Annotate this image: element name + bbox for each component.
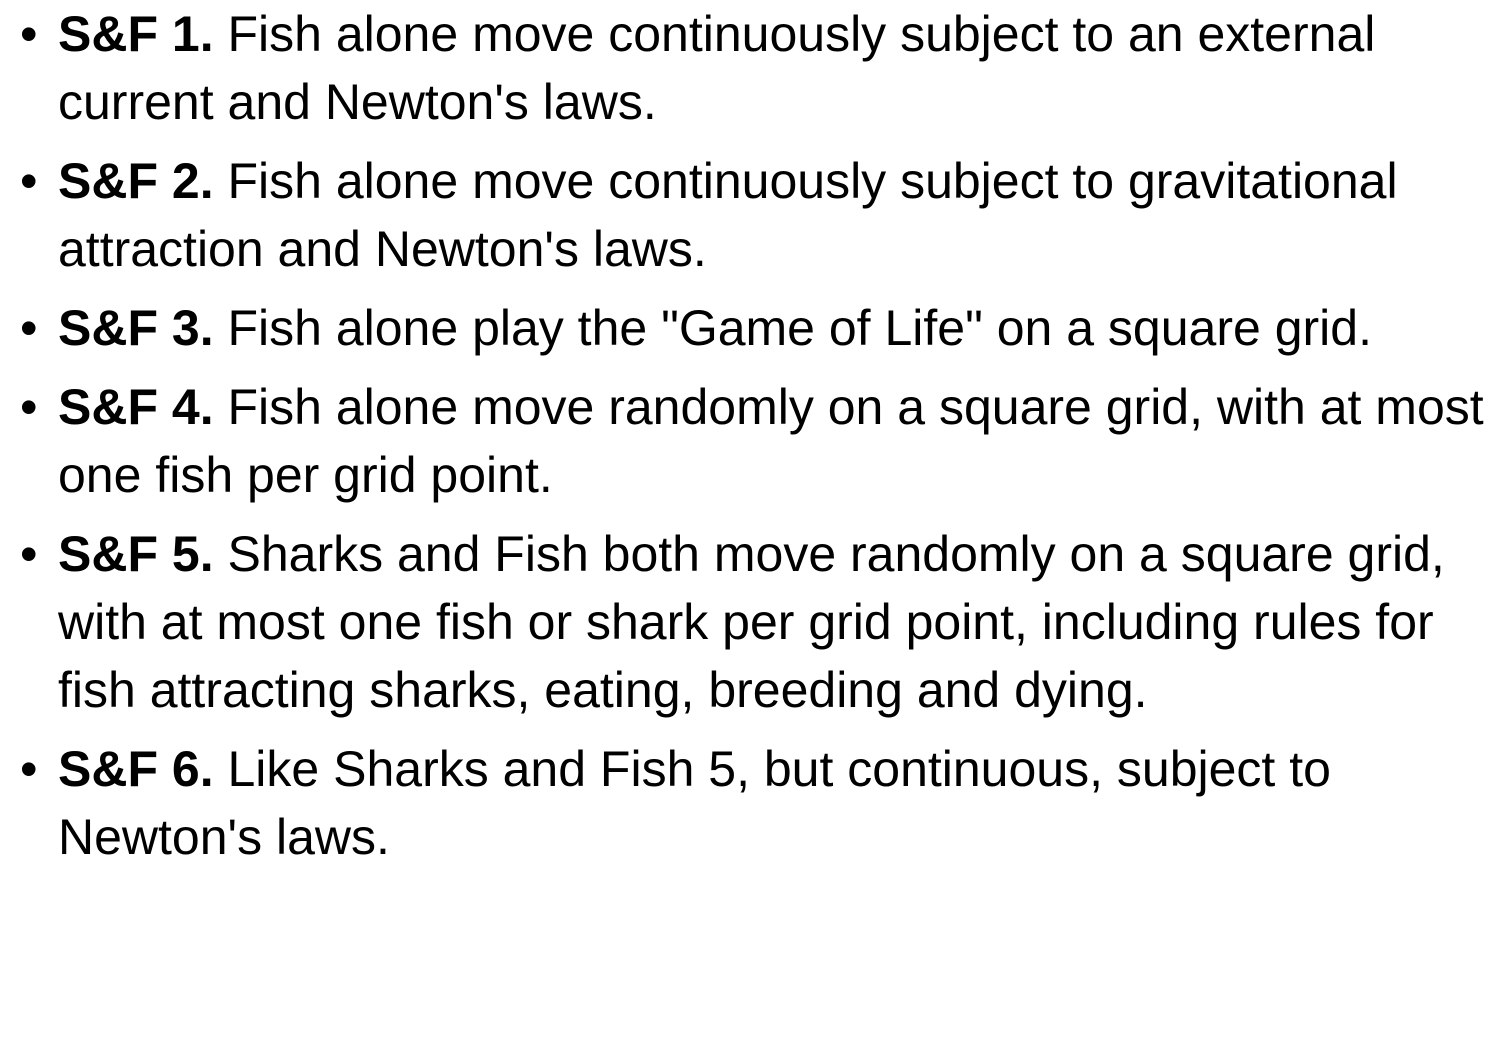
document-page: • S&F 1. Fish alone move continuously su… (0, 0, 1500, 1040)
bullet-icon: • (20, 526, 38, 582)
item-label: S&F 1. (58, 6, 228, 62)
bullet-icon: • (20, 741, 38, 797)
bullet-icon: • (20, 300, 38, 356)
item-label: S&F 2. (58, 153, 228, 209)
item-text: Fish alone move continuously subject to … (58, 153, 1398, 277)
list-item-sf4: • S&F 4. Fish alone move randomly on a s… (20, 373, 1492, 509)
item-label: S&F 3. (58, 300, 228, 356)
item-label: S&F 4. (58, 379, 228, 435)
list-item-sf6: • S&F 6. Like Sharks and Fish 5, but con… (20, 735, 1492, 871)
list-item-sf2: • S&F 2. Fish alone move continuously su… (20, 147, 1492, 283)
list-item-sf1: • S&F 1. Fish alone move continuously su… (20, 0, 1492, 136)
item-text: Like Sharks and Fish 5, but continuous, … (58, 741, 1331, 865)
list-item-sf3: • S&F 3. Fish alone play the "Game of Li… (20, 294, 1492, 362)
item-text: Fish alone move randomly on a square gri… (58, 379, 1484, 503)
item-label: S&F 6. (58, 741, 228, 797)
list-item-sf5: • S&F 5. Sharks and Fish both move rando… (20, 520, 1492, 724)
item-text: Sharks and Fish both move randomly on a … (58, 526, 1445, 718)
bullet-icon: • (20, 153, 38, 209)
item-text: Fish alone play the "Game of Life" on a … (227, 300, 1372, 356)
item-text: Fish alone move continuously subject to … (58, 6, 1376, 130)
bullet-icon: • (20, 6, 38, 62)
bullet-icon: • (20, 379, 38, 435)
item-label: S&F 5. (58, 526, 228, 582)
bullet-list: • S&F 1. Fish alone move continuously su… (20, 0, 1492, 871)
